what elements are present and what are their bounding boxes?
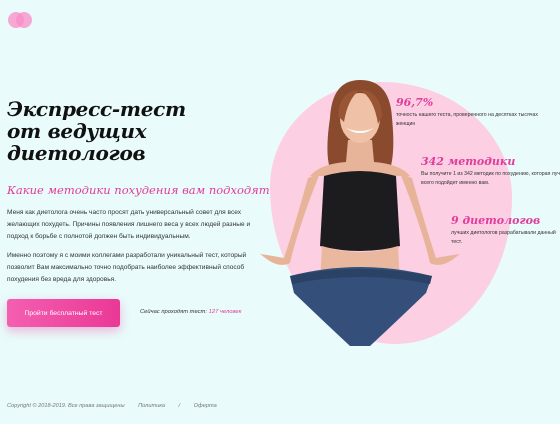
logo[interactable] bbox=[8, 12, 32, 28]
policy-link[interactable]: Политика bbox=[138, 403, 165, 409]
start-test-button[interactable]: Пройти бесплатный тест bbox=[7, 299, 120, 327]
offer-link[interactable]: Оферта bbox=[194, 403, 217, 409]
title-line: Экспресс-тест bbox=[7, 97, 186, 121]
page-title: Экспресс-тест от ведущих диетологов bbox=[7, 98, 207, 164]
intro-paragraph: Меня как диетолога очень часто просят да… bbox=[7, 209, 251, 240]
subtitle: Какие методики похудения вам подходят? bbox=[7, 183, 276, 197]
stat-description: точность нашего теста, проверенного на д… bbox=[396, 112, 538, 127]
counter-label: Сейчас проходят тест: bbox=[140, 309, 208, 315]
stat-methods: 342 методики Вы получите 1 из 342 методи… bbox=[421, 155, 560, 188]
stat-description: лучших диетологов разрабатывали данный т… bbox=[451, 230, 556, 245]
footer: Copyright © 2018-2019. Все права защищен… bbox=[7, 403, 229, 409]
title-line: диетологов bbox=[7, 141, 146, 165]
stat-value: 342 методики bbox=[421, 155, 516, 168]
logo-circle-icon bbox=[16, 12, 32, 28]
stat-dietitians: 9 диетологов лучших диетологов разрабаты… bbox=[451, 214, 556, 247]
stat-description: Вы получите 1 из 342 методик по похудени… bbox=[421, 171, 560, 186]
participants-counter: Сейчас проходят тест: 127 человек bbox=[140, 309, 241, 315]
intro-paragraph: Именно поэтому я с моими коллегами разра… bbox=[7, 252, 247, 283]
stat-value: 96,7% bbox=[396, 96, 434, 109]
stat-value: 9 диетологов bbox=[451, 214, 541, 227]
stat-accuracy: 96,7% точность нашего теста, проверенног… bbox=[396, 96, 556, 129]
copyright-text: Copyright © 2018-2019. Все права защищен… bbox=[7, 403, 125, 409]
title-line: от ведущих bbox=[7, 119, 147, 143]
footer-separator: / bbox=[178, 403, 181, 409]
counter-value: 127 человек bbox=[208, 309, 242, 315]
